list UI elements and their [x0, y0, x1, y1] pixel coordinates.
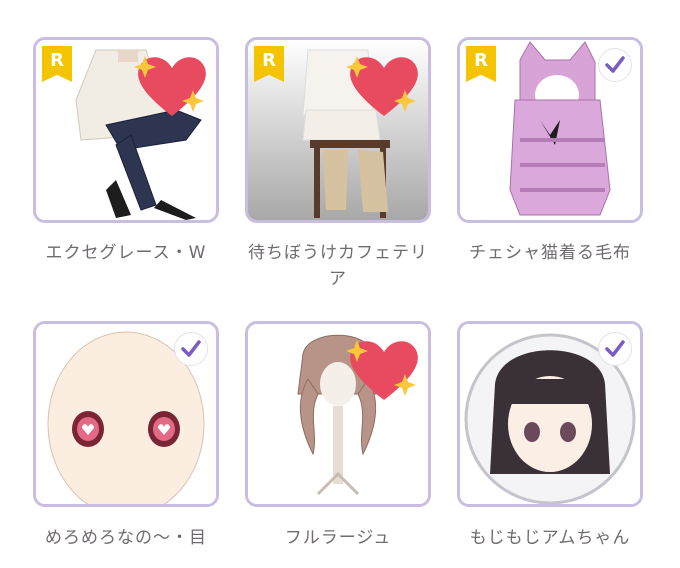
- favorite-heart-icon: [346, 56, 418, 116]
- owned-check-icon: [174, 332, 208, 366]
- owned-check-icon: [598, 332, 632, 366]
- item-name: エクセグレース・W: [45, 243, 207, 263]
- favorite-heart-icon: [346, 340, 418, 400]
- item-name: もじもじアムちゃん: [469, 528, 631, 548]
- item-card-cheshire-blanket[interactable]: R: [457, 37, 643, 223]
- owned-check-icon: [598, 48, 632, 82]
- item-card-mojimoji-amu[interactable]: [457, 321, 643, 507]
- favorite-heart-icon: [134, 56, 206, 116]
- item-name: めろめろなの〜・目: [45, 528, 207, 548]
- item-name: 待ちぼうけカフェテリア: [248, 243, 428, 289]
- item-card-meromero-eyes[interactable]: [33, 321, 219, 507]
- item-card-fleurage[interactable]: [245, 321, 431, 507]
- item-card-exegrace[interactable]: R: [33, 37, 219, 223]
- item-card-waiting-cafe[interactable]: R: [245, 37, 431, 223]
- item-grid: R エクセグレース・W R 待ちぼうけカフェテリア R チェシャ猫着る毛布 めろ…: [0, 0, 680, 568]
- item-name: チェシャ猫着る毛布: [469, 243, 631, 263]
- item-name: フルラージュ: [284, 528, 392, 548]
